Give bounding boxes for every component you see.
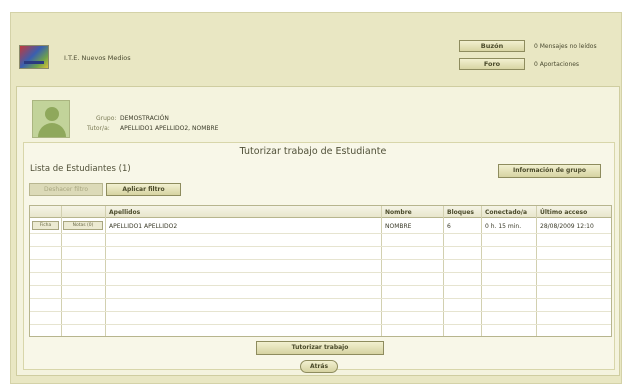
- unread-messages-count: 0 Mensajes no leídos: [534, 43, 597, 50]
- tutorizar-trabajo-button[interactable]: Tutorizar trabajo: [256, 341, 384, 355]
- student-list-title: Lista de Estudiantes (1): [30, 164, 131, 174]
- group-info-button[interactable]: Información de grupo: [498, 164, 601, 178]
- contributions-count: 0 Aportaciones: [534, 61, 580, 68]
- foro-button[interactable]: Foro: [459, 58, 525, 70]
- user-silhouette-icon: [45, 107, 59, 121]
- cell-conectado: 0 h. 15 min.: [485, 223, 522, 230]
- col-header-bloques[interactable]: Bloques: [447, 209, 474, 216]
- apply-filter-button[interactable]: Aplicar filtro: [106, 183, 181, 196]
- grupo-value: DEMOSTRACIÓN: [120, 115, 169, 122]
- atras-button[interactable]: Atrás: [300, 360, 338, 373]
- remove-filter-button: Deshacer filtro: [29, 183, 103, 196]
- tutor-label: Tutor/a:: [87, 125, 110, 132]
- grupo-label: Grupo:: [96, 115, 117, 122]
- cell-bloques: 6: [447, 223, 451, 230]
- col-header-ultimo-acceso[interactable]: Último acceso: [540, 209, 587, 216]
- avatar: [32, 100, 70, 138]
- col-header-nombre[interactable]: Nombre: [385, 209, 412, 216]
- students-table: Apellidos Nombre Bloques Conectado/a Últ…: [29, 205, 612, 337]
- cell-apellidos[interactable]: APELLIDO1 APELLIDO2: [109, 223, 177, 230]
- section-title: Tutorizar trabajo de Estudiante: [239, 146, 387, 157]
- cell-nombre: NOMBRE: [385, 223, 412, 230]
- tutor-value: APELLIDO1 APELLIDO2, NOMBRE: [120, 125, 219, 132]
- institution-name: I.T.E. Nuevos Medios: [64, 54, 131, 62]
- notas-button[interactable]: Notas (0): [63, 221, 103, 230]
- col-header-apellidos[interactable]: Apellidos: [109, 209, 140, 216]
- buzon-button[interactable]: Buzón: [459, 40, 525, 52]
- ficha-button[interactable]: Ficha: [32, 221, 59, 230]
- institution-logo: [19, 45, 49, 69]
- cell-ultimo-acceso: 28/08/2009 12:10: [540, 223, 594, 230]
- col-header-conectado[interactable]: Conectado/a: [485, 209, 527, 216]
